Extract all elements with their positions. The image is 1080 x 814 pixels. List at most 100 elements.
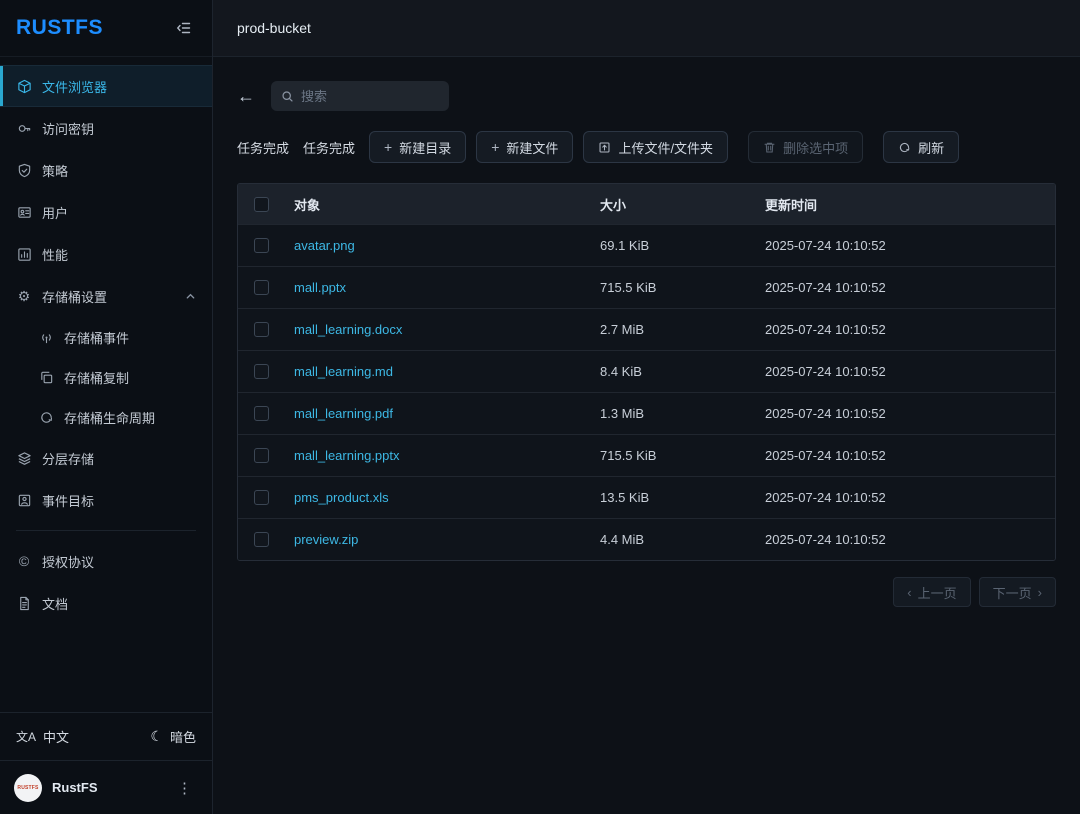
object-name-link[interactable]: mall_learning.pptx bbox=[294, 448, 400, 463]
sidebar-item-label: 策略 bbox=[42, 161, 68, 180]
sidebar-item-access-keys[interactable]: 访问密钥 bbox=[0, 107, 212, 149]
access-key-icon bbox=[16, 120, 32, 136]
sidebar-item-label: 分层存储 bbox=[42, 449, 94, 468]
object-size: 715.5 KiB bbox=[590, 280, 755, 295]
plus-icon: + bbox=[491, 140, 499, 154]
object-name-link[interactable]: avatar.png bbox=[294, 238, 355, 253]
language-label: 中文 bbox=[43, 727, 69, 746]
object-name-link[interactable]: mall.pptx bbox=[294, 280, 346, 295]
plus-icon: + bbox=[384, 140, 392, 154]
sidebar-item-label: 存储桶事件 bbox=[64, 328, 129, 347]
theme-label: 暗色 bbox=[170, 727, 196, 746]
object-size: 1.3 MiB bbox=[590, 406, 755, 421]
object-name-link[interactable]: mall_learning.md bbox=[294, 364, 393, 379]
row-checkbox[interactable] bbox=[254, 532, 269, 547]
row-checkbox[interactable] bbox=[254, 280, 269, 295]
prev-page-label: 上一页 bbox=[918, 583, 957, 602]
next-page-label: 下一页 bbox=[993, 583, 1032, 602]
delete-selected-label: 删除选中项 bbox=[783, 138, 848, 157]
sidebar-header: RUSTFS bbox=[0, 0, 212, 57]
new-file-label: 新建文件 bbox=[506, 138, 558, 157]
layers-icon bbox=[16, 450, 32, 466]
profile-row[interactable]: RUSTFS RustFS ⋮ bbox=[0, 760, 212, 814]
row-checkbox[interactable] bbox=[254, 322, 269, 337]
table-row: mall_learning.pdf 1.3 MiB 2025-07-24 10:… bbox=[238, 392, 1055, 434]
file-browser-icon bbox=[16, 78, 32, 94]
new-directory-button[interactable]: + 新建目录 bbox=[369, 131, 466, 163]
sidebar-item-label: 存储桶设置 bbox=[42, 287, 107, 306]
object-name-link[interactable]: mall_learning.pdf bbox=[294, 406, 393, 421]
sidebar-item-bucket-events[interactable]: 存储桶事件 bbox=[0, 317, 212, 357]
task-status-text: 任务完成 bbox=[237, 138, 289, 157]
refresh-button[interactable]: 刷新 bbox=[883, 131, 959, 163]
sidebar-item-policies[interactable]: 策略 bbox=[0, 149, 212, 191]
row-checkbox[interactable] bbox=[254, 406, 269, 421]
object-size: 13.5 KiB bbox=[590, 490, 755, 505]
upload-label: 上传文件/文件夹 bbox=[618, 138, 713, 157]
next-page-button[interactable]: 下一页 › bbox=[979, 577, 1056, 607]
sidebar-item-file-browser[interactable]: 文件浏览器 bbox=[0, 65, 212, 107]
search-box[interactable] bbox=[271, 81, 449, 111]
object-updated: 2025-07-24 10:10:52 bbox=[755, 364, 1055, 379]
sidebar-divider bbox=[16, 530, 196, 531]
sidebar-item-users[interactable]: 用户 bbox=[0, 191, 212, 233]
select-all-checkbox[interactable] bbox=[254, 197, 269, 212]
gear-icon: ⚙ bbox=[16, 288, 32, 304]
upload-button[interactable]: 上传文件/文件夹 bbox=[583, 131, 728, 163]
sidebar-item-label: 文件浏览器 bbox=[42, 77, 107, 96]
sidebar-item-license[interactable]: © 授权协议 bbox=[0, 540, 212, 582]
language-switcher[interactable]: 文A 中文 bbox=[16, 727, 69, 746]
table-row: avatar.png 69.1 KiB 2025-07-24 10:10:52 bbox=[238, 224, 1055, 266]
row-checkbox[interactable] bbox=[254, 448, 269, 463]
object-size: 8.4 KiB bbox=[590, 364, 755, 379]
task-status-text: 任务完成 bbox=[303, 138, 355, 157]
new-file-button[interactable]: + 新建文件 bbox=[476, 131, 573, 163]
target-user-icon bbox=[16, 492, 32, 508]
lifecycle-icon bbox=[38, 409, 54, 425]
trash-icon bbox=[763, 141, 776, 154]
column-header-object: 对象 bbox=[284, 195, 590, 214]
row-checkbox[interactable] bbox=[254, 364, 269, 379]
table-row: preview.zip 4.4 MiB 2025-07-24 10:10:52 bbox=[238, 518, 1055, 560]
column-header-size: 大小 bbox=[590, 195, 755, 214]
object-name-link[interactable]: preview.zip bbox=[294, 532, 358, 547]
chart-icon bbox=[16, 246, 32, 262]
row-checkbox[interactable] bbox=[254, 490, 269, 505]
sidebar-item-tiered-storage[interactable]: 分层存储 bbox=[0, 437, 212, 479]
sidebar-item-label: 事件目标 bbox=[42, 491, 94, 510]
sidebar-nav: 文件浏览器 访问密钥 策略 用户 bbox=[0, 57, 212, 712]
document-icon bbox=[16, 595, 32, 611]
sidebar-item-docs[interactable]: 文档 bbox=[0, 582, 212, 624]
profile-menu-icon[interactable]: ⋮ bbox=[171, 777, 198, 799]
refresh-label: 刷新 bbox=[918, 138, 944, 157]
sidebar-item-bucket-lifecycle[interactable]: 存储桶生命周期 bbox=[0, 397, 212, 437]
sidebar-item-bucket-settings[interactable]: ⚙ 存储桶设置 bbox=[0, 275, 212, 317]
sidebar-item-bucket-replication[interactable]: 存储桶复制 bbox=[0, 357, 212, 397]
back-button[interactable]: ← bbox=[237, 87, 255, 105]
sidebar: RUSTFS 文件浏览器 访问密钥 bbox=[0, 0, 213, 814]
sidebar-collapse-icon[interactable] bbox=[172, 16, 196, 40]
sidebar-item-label: 存储桶复制 bbox=[64, 368, 129, 387]
search-input[interactable] bbox=[301, 89, 439, 104]
prev-page-button[interactable]: ‹ 上一页 bbox=[893, 577, 970, 607]
object-name-link[interactable]: pms_product.xls bbox=[294, 490, 389, 505]
topbar: prod-bucket bbox=[213, 0, 1080, 57]
pagination: ‹ 上一页 下一页 › bbox=[237, 577, 1056, 607]
main-area: prod-bucket ← 任务完成 任务完成 + 新建目录 + 新建文件 bbox=[213, 0, 1080, 814]
upload-icon bbox=[598, 141, 611, 154]
copyright-icon: © bbox=[16, 553, 32, 569]
object-updated: 2025-07-24 10:10:52 bbox=[755, 448, 1055, 463]
sidebar-footer-row: 文A 中文 ☾ 暗色 bbox=[0, 712, 212, 760]
delete-selected-button[interactable]: 删除选中项 bbox=[748, 131, 863, 163]
row-checkbox[interactable] bbox=[254, 238, 269, 253]
sidebar-item-performance[interactable]: 性能 bbox=[0, 233, 212, 275]
sidebar-item-label: 用户 bbox=[42, 203, 68, 222]
object-updated: 2025-07-24 10:10:52 bbox=[755, 238, 1055, 253]
sidebar-item-event-targets[interactable]: 事件目标 bbox=[0, 479, 212, 521]
theme-toggle[interactable]: ☾ 暗色 bbox=[150, 727, 196, 746]
sidebar-item-label: 授权协议 bbox=[42, 552, 94, 571]
app-logo: RUSTFS bbox=[16, 16, 103, 40]
object-updated: 2025-07-24 10:10:52 bbox=[755, 490, 1055, 505]
object-name-link[interactable]: mall_learning.docx bbox=[294, 322, 402, 337]
browse-row: ← bbox=[237, 81, 1056, 111]
